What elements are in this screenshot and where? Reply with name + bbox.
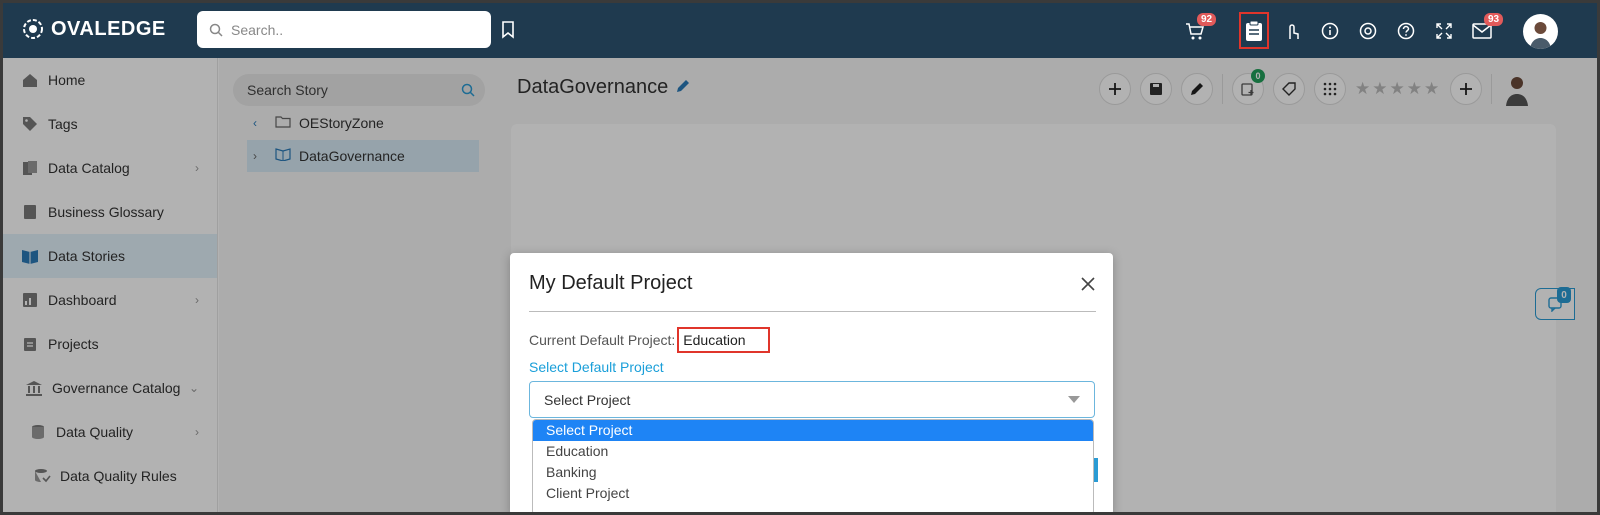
- app-window: OVALEDGE 92: [3, 3, 1597, 512]
- current-project-label: Current Default Project:: [529, 332, 676, 348]
- project-select[interactable]: Select Project: [529, 381, 1095, 418]
- chrome-icon[interactable]: [1356, 19, 1380, 43]
- logo-icon: [23, 19, 43, 39]
- bookmark-icon[interactable]: [501, 21, 515, 44]
- top-bar: OVALEDGE 92: [3, 3, 1597, 58]
- touch-icon[interactable]: [1280, 19, 1304, 43]
- clipboard-icon[interactable]: [1242, 19, 1266, 43]
- logo-text: OVALEDGE: [51, 17, 166, 40]
- cart-icon[interactable]: 92: [1183, 13, 1217, 43]
- close-icon[interactable]: [1077, 273, 1099, 295]
- divider: [529, 311, 1096, 312]
- current-project-value: Education: [677, 327, 770, 353]
- current-default-project: Current Default Project: Education: [529, 327, 770, 353]
- info-icon[interactable]: [1318, 19, 1342, 43]
- dropdown-option[interactable]: Education: [533, 441, 1093, 462]
- search-input[interactable]: [231, 21, 471, 38]
- cart-badge: 92: [1197, 13, 1217, 26]
- expand-icon[interactable]: [1432, 19, 1456, 43]
- select-default-project-label: Select Default Project: [529, 359, 664, 375]
- app-logo[interactable]: OVALEDGE: [21, 17, 166, 41]
- global-search[interactable]: [197, 11, 491, 48]
- dropdown-option[interactable]: Client Project: [533, 483, 1093, 504]
- dropdown-option[interactable]: Banking: [533, 462, 1093, 483]
- user-avatar[interactable]: [1523, 14, 1558, 49]
- default-project-modal: My Default Project Current Default Proje…: [510, 253, 1113, 512]
- dropdown-option[interactable]: Select Project: [533, 420, 1093, 441]
- caret-down-icon: [1068, 396, 1080, 403]
- mail-icon[interactable]: 93: [1470, 13, 1504, 43]
- help-icon[interactable]: [1394, 19, 1418, 43]
- modal-title: My Default Project: [529, 272, 693, 294]
- search-icon: [209, 23, 223, 37]
- project-dropdown-list: Select Project Education Banking Client …: [532, 419, 1094, 512]
- mail-badge: 93: [1484, 13, 1504, 26]
- project-select-value: Select Project: [544, 391, 631, 408]
